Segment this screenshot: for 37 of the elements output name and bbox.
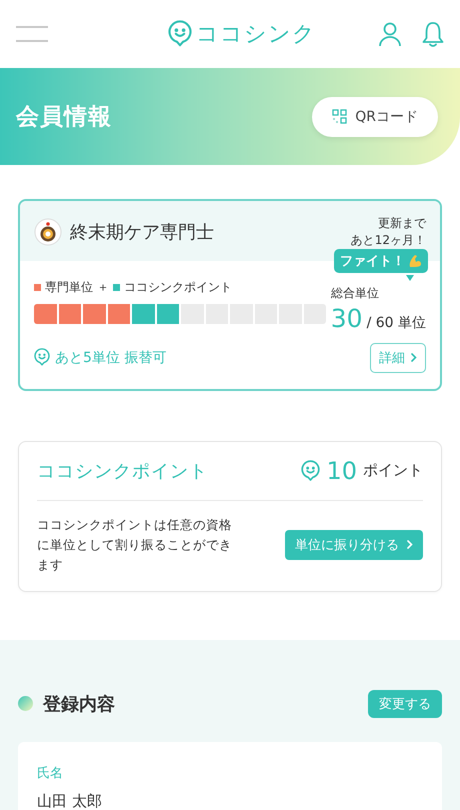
assign-button[interactable]: 単位に振り分ける xyxy=(285,530,423,560)
points-value: 10 xyxy=(326,456,357,485)
qr-code-button[interactable]: QRコード xyxy=(312,96,438,136)
arm-icon xyxy=(408,254,422,268)
bell-icon[interactable] xyxy=(422,20,444,48)
bubble-tail xyxy=(406,274,414,281)
transfer-note: あと5単位 振替可 xyxy=(55,348,166,367)
legend-label: 専門単位 xyxy=(45,278,93,296)
badge-icon xyxy=(34,218,62,246)
page-title: 会員情報 xyxy=(16,103,112,132)
total-value: 30 xyxy=(330,304,363,333)
points-unit: ポイント xyxy=(363,461,423,480)
chevron-icon xyxy=(407,540,413,550)
menu-button[interactable] xyxy=(16,26,48,42)
renewal-text: あと12ヶ月！ xyxy=(350,232,426,249)
plus-sign: ＋ xyxy=(97,278,109,296)
legend-label: ココシンクポイント xyxy=(124,278,232,296)
edit-button[interactable]: 変更する xyxy=(368,690,442,718)
total-max: / 60 単位 xyxy=(366,314,426,332)
section-title: 登録内容 xyxy=(43,692,115,716)
smile-icon xyxy=(34,348,50,367)
qr-code-icon xyxy=(332,109,348,124)
smile-icon xyxy=(301,460,320,482)
renewal-text: 更新まで xyxy=(377,215,426,232)
certification-name: 終末期ケア専門士 xyxy=(70,220,214,244)
detail-button[interactable]: 詳細 xyxy=(370,342,426,373)
cheer-badge: ファイト！ xyxy=(334,248,428,273)
field-label: 氏名 xyxy=(37,764,64,782)
total-label: 総合単位 xyxy=(330,284,379,302)
field-value: 山田 太郎 xyxy=(37,792,103,810)
logo-icon xyxy=(168,20,192,48)
points-title: ココシンクポイント xyxy=(37,460,208,483)
bullet-dot xyxy=(18,696,33,712)
chevron-icon xyxy=(411,353,417,362)
points-description: ココシンクポイントは任意の資格に単位として割り振ることができます xyxy=(37,516,233,574)
person-icon[interactable] xyxy=(378,22,402,46)
logo: ココシンク xyxy=(196,21,316,49)
